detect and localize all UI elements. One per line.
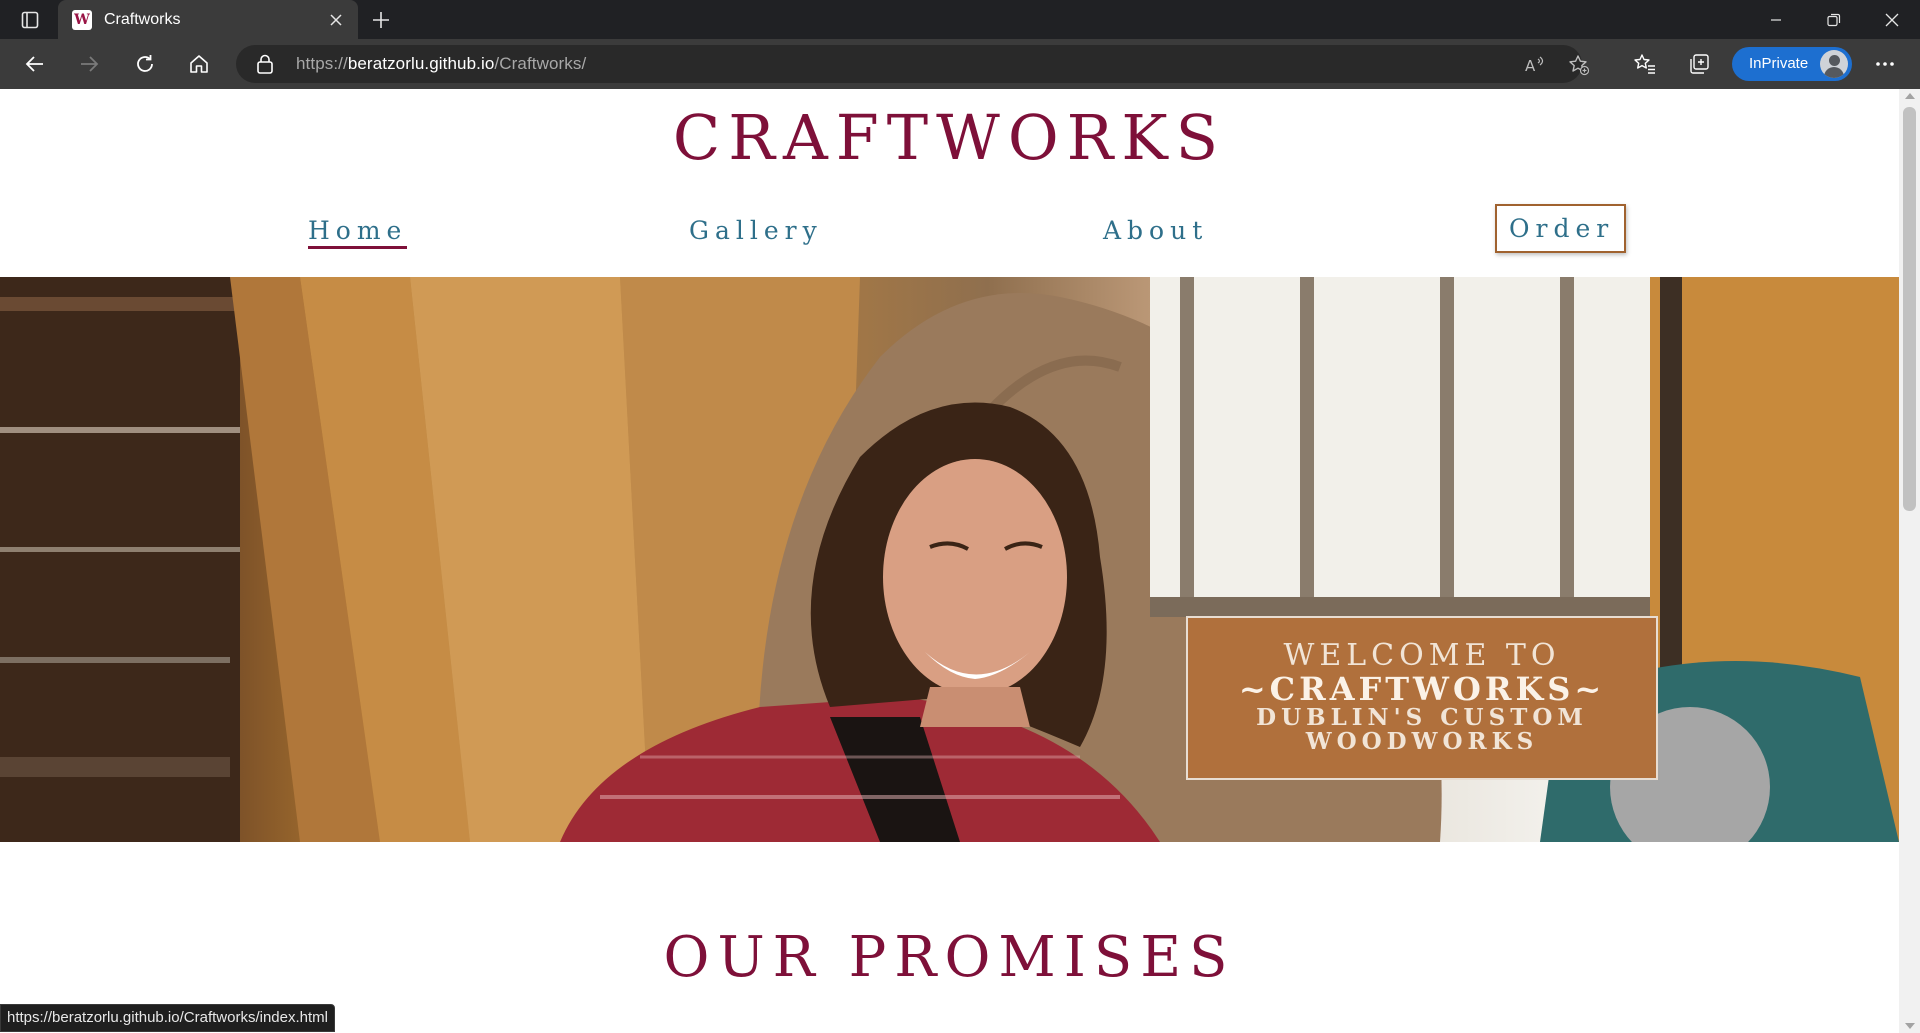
site-title: CRAFTWORKS (672, 101, 1227, 174)
close-icon[interactable] (322, 6, 350, 34)
status-url-tooltip: https://beratzorlu.github.io/Craftworks/… (0, 1004, 335, 1032)
nav-about-link[interactable]: About (1103, 216, 1208, 245)
svg-text:A: A (1525, 57, 1536, 75)
collections-icon[interactable] (1682, 47, 1716, 81)
home-icon[interactable] (182, 47, 216, 81)
welcome-banner: WELCOME TO ~CRAFTWORKS~ DUBLIN'S CUSTOM W… (1186, 616, 1658, 780)
read-aloud-icon[interactable]: A (1522, 52, 1548, 78)
scroll-thumb[interactable] (1903, 107, 1916, 511)
restore-icon[interactable] (1806, 0, 1862, 39)
welcome-line-3-text: DUBLIN'S CUSTOM (1256, 704, 1588, 731)
favicon: W (72, 9, 92, 30)
url-host: beratzorlu.github.io (347, 54, 495, 73)
lock-icon[interactable] (256, 54, 274, 79)
site-nav: Home Gallery About Order (0, 204, 1899, 264)
inprivate-label: InPrivate (1749, 55, 1809, 72)
nav-order-button[interactable]: Order (1495, 204, 1627, 253)
back-icon[interactable] (18, 47, 52, 81)
nav-home-link[interactable]: Home (308, 216, 408, 249)
more-icon[interactable] (1868, 47, 1902, 81)
url-path: /Craftworks/ (494, 54, 587, 73)
tab-strip: W Craftworks (0, 0, 1920, 39)
url-text[interactable]: https://beratzorlu.github.io/Craftworks/ (296, 54, 586, 74)
section-heading: OUR PROMISES (663, 925, 1236, 990)
refresh-icon[interactable] (128, 47, 162, 81)
address-bar[interactable]: https://beratzorlu.github.io/Craftworks/… (236, 45, 1590, 83)
page-viewport: CRAFTWORKS Home Gallery About Order WELC… (0, 89, 1899, 1033)
welcome-line-1: WELCOME TO (1283, 638, 1561, 673)
add-favorite-icon[interactable] (1566, 52, 1592, 78)
nav-gallery-link[interactable]: Gallery (689, 216, 823, 245)
page-scrollbar[interactable] (1899, 89, 1920, 1033)
minimize-icon[interactable] (1748, 0, 1804, 39)
avatar (1820, 50, 1848, 78)
browser-toolbar: https://beratzorlu.github.io/Craftworks/… (0, 39, 1920, 89)
browser-tab[interactable]: W Craftworks (58, 0, 358, 39)
favorites-icon[interactable] (1628, 47, 1662, 81)
inprivate-button[interactable]: InPrivate (1732, 47, 1852, 81)
tab-actions-icon[interactable] (14, 8, 46, 32)
new-tab-icon[interactable] (368, 7, 394, 33)
window-close-icon[interactable] (1864, 0, 1920, 39)
tab-title: Craftworks (104, 10, 181, 28)
scroll-down-icon[interactable] (1905, 1023, 1915, 1029)
welcome-line-3: DUBLIN'S CUSTOM WOODWORKS (1188, 706, 1656, 754)
welcome-line-4-text: WOODWORKS (1305, 728, 1539, 755)
forward-icon[interactable] (72, 47, 106, 81)
scroll-up-icon[interactable] (1905, 93, 1915, 99)
welcome-line-2: ~CRAFTWORKS~ (1238, 670, 1606, 708)
url-scheme: https:// (296, 54, 348, 73)
